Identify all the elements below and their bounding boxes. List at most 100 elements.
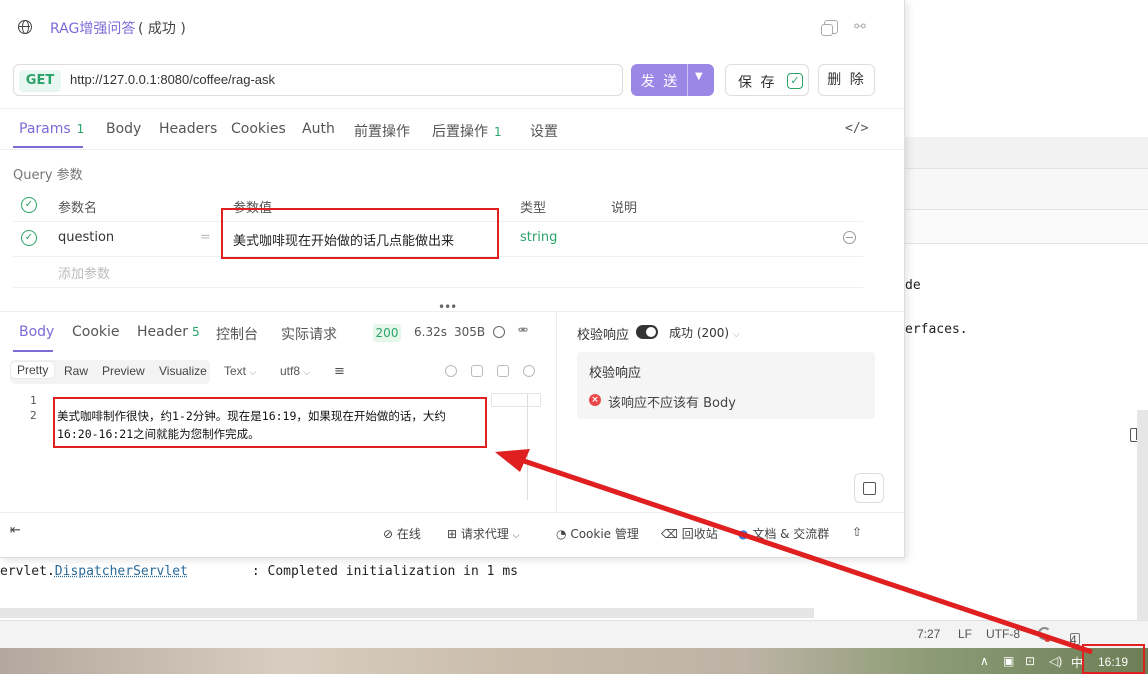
send-button[interactable]: 发 送 ▼ (631, 64, 714, 96)
download-icon[interactable] (471, 365, 483, 377)
response-tab-header[interactable]: Header 5 (137, 324, 200, 340)
tab-body[interactable]: Body (106, 121, 141, 137)
copy-icon[interactable] (821, 20, 838, 36)
docs-community[interactable]: ● 文档 & 交流群 (738, 525, 829, 542)
validate-toggle[interactable] (636, 325, 658, 339)
validation-status-label: 成功 (200) (669, 326, 730, 340)
status-badge: 200 (373, 324, 401, 342)
cookie-icon: ◔ (556, 527, 567, 541)
format-label: Text (224, 364, 247, 378)
sync-icon[interactable] (1038, 627, 1051, 642)
select-all-checkbox[interactable]: ✓ (21, 197, 37, 213)
view-visualize[interactable]: Visualize (159, 364, 207, 378)
method-select[interactable]: GET (19, 70, 61, 92)
delete-button[interactable]: 删 除 (818, 64, 875, 96)
validation-error-text: 该响应不应该有 Body (608, 396, 736, 411)
url-input[interactable]: http://127.0.0.1:8080/coffee/rag-ask (70, 72, 275, 87)
response-tab-body[interactable]: Body (19, 324, 54, 340)
copy-icon[interactable] (497, 365, 509, 377)
proxy-icon: ⊞ (447, 527, 458, 541)
param-name-cell[interactable]: question (58, 230, 114, 245)
active-tab-underline (13, 146, 83, 148)
remove-param-icon[interactable] (843, 231, 856, 244)
tab-post-ops[interactable]: 后置操作 1 (432, 121, 502, 141)
row-divider (13, 287, 863, 288)
network-icon[interactable]: ⊡ (1025, 654, 1035, 668)
cursor-position[interactable]: 7:27 (917, 627, 940, 641)
encoding-select[interactable]: utf8 ⌵ (280, 364, 310, 378)
cookie-manager[interactable]: ◔ Cookie 管理 (556, 525, 639, 542)
docs-icon: ● (738, 527, 749, 541)
proxy-label: 请求代理 (460, 527, 509, 541)
upload-icon[interactable]: ⇧ (852, 525, 862, 539)
add-param-input[interactable]: 添加参数 (58, 263, 110, 282)
recycle-label: 回收站 (681, 527, 718, 541)
response-tab-console[interactable]: 控制台 (216, 324, 258, 344)
request-title-row: RAG增强问答 ( 成功 ) ⚯ (0, 0, 904, 52)
send-label: 发 送 (640, 74, 680, 90)
trash-icon: ⌫ (661, 527, 678, 541)
collapse-sidebar-icon[interactable]: ⇤ (10, 523, 21, 538)
request-proxy[interactable]: ⊞ 请求代理 ⌵ (447, 525, 520, 542)
view-raw[interactable]: Raw (64, 364, 88, 378)
view-pretty[interactable]: Pretty (11, 362, 55, 378)
tab-count: 1 (76, 122, 85, 136)
ide-code-fragment: erfaces. (905, 322, 968, 337)
save-check-icon[interactable]: ✓ (787, 73, 803, 89)
response-tab-actual-request[interactable]: 实际请求 (281, 324, 337, 344)
response-tab-cookie[interactable]: Cookie (72, 324, 120, 340)
wrap-lines-icon[interactable]: ≡ (334, 364, 345, 379)
param-type-cell[interactable]: string (520, 230, 557, 245)
tab-auth[interactable]: Auth (302, 121, 335, 137)
chevron-down-icon: ⌵ (732, 330, 740, 340)
editor-scrollbar[interactable] (527, 394, 528, 500)
tab-label: Params (19, 121, 71, 137)
tab-params[interactable]: Params 1 (19, 121, 84, 137)
online-status[interactable]: ⊘ 在线 (383, 525, 421, 542)
validation-status-select[interactable]: 成功 (200) ⌵ (669, 324, 740, 341)
save-button[interactable]: 保 存 ✓ (725, 64, 809, 96)
tab-pre-ops[interactable]: 前置操作 (354, 121, 410, 141)
chevron-down-icon: ⌵ (512, 531, 520, 541)
tab-settings[interactable]: 设置 (530, 121, 558, 141)
panel-layout-icon[interactable] (854, 473, 884, 503)
console-log-line: ervlet.DispatcherServlet: Completed init… (0, 564, 518, 579)
scroll-top-icon[interactable] (445, 365, 457, 377)
app-footer: ⇤ ⊘ 在线 ⊞ 请求代理 ⌵ ◔ Cookie 管理 ⌫ 回收站 ● 文档 &… (0, 512, 904, 552)
online-icon: ⊘ (383, 527, 394, 541)
windows-taskbar: ∧ ▣ ⊡ ◁) 中 16:19 (0, 648, 1148, 674)
line-number: 2 (30, 409, 37, 422)
globe-icon[interactable] (493, 326, 505, 338)
request-name[interactable]: RAG增强问答 (50, 18, 135, 38)
tray-app-icon[interactable]: ▣ (1003, 654, 1014, 668)
tab-count: 1 (494, 125, 502, 139)
line-ending[interactable]: LF (958, 627, 972, 641)
format-select[interactable]: Text ⌵ (224, 364, 256, 378)
log-class-link[interactable]: DispatcherServlet (55, 564, 188, 579)
ide-code-fragment: de (905, 278, 921, 293)
file-encoding[interactable]: UTF-8 (986, 627, 1020, 641)
link-icon[interactable]: ⚯ (852, 19, 868, 35)
ide-status-bar: 7:27 LF UTF-8 4 spaces (0, 620, 1148, 661)
volume-icon[interactable]: ◁) (1049, 654, 1062, 668)
code-icon[interactable]: </> (845, 121, 868, 136)
editor-minimap (491, 393, 541, 407)
view-preview[interactable]: Preview (102, 364, 145, 378)
tab-cookies[interactable]: Cookies (231, 121, 286, 137)
tab-label: Header (137, 324, 188, 340)
tab-headers[interactable]: Headers (159, 121, 217, 137)
chevron-down-icon: ⌵ (303, 367, 311, 377)
response-size: 305B (454, 325, 486, 339)
recycle-bin[interactable]: ⌫ 回收站 (661, 525, 718, 542)
search-icon[interactable] (523, 365, 535, 377)
online-label: 在线 (396, 527, 421, 541)
tab-count: 5 (191, 325, 200, 339)
ide-horizontal-scrollbar[interactable] (0, 608, 814, 618)
tray-chevron-icon[interactable]: ∧ (980, 654, 989, 668)
url-bar[interactable]: GET http://127.0.0.1:8080/coffee/rag-ask (13, 64, 623, 96)
ide-scrollbar[interactable] (1137, 410, 1148, 620)
param-row-checkbox[interactable]: ✓ (21, 230, 37, 246)
validate-response-label: 校验响应 (577, 328, 630, 343)
chevron-down-icon[interactable]: ▼ (695, 71, 703, 82)
share-icon[interactable]: ⚮ (518, 323, 528, 337)
